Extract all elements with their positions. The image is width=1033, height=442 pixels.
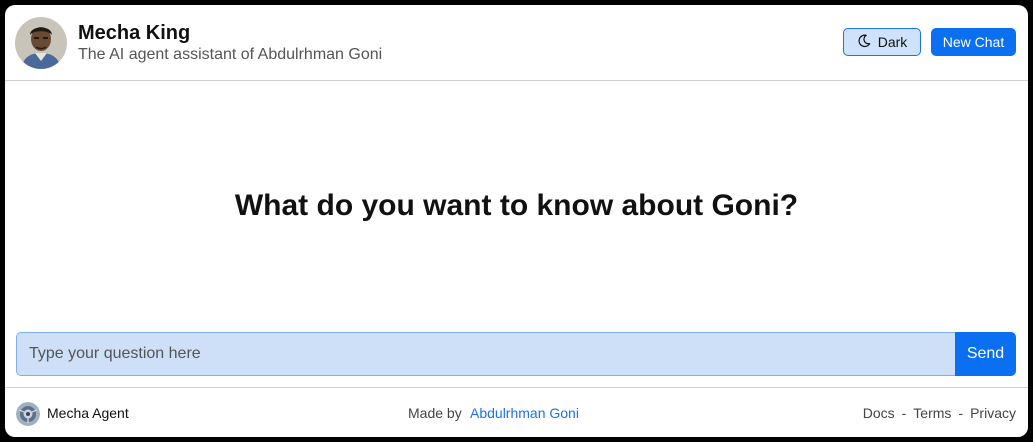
dark-mode-label: Dark (877, 34, 908, 50)
made-by-text: Made by (408, 405, 462, 421)
app-title: Mecha King (78, 22, 191, 44)
footer-links: Docs - Terms - Privacy (863, 405, 1016, 421)
privacy-link[interactable]: Privacy (970, 405, 1016, 421)
footer-separator: - (901, 405, 907, 421)
dark-mode-toggle-button[interactable]: Dark (843, 28, 921, 56)
question-input[interactable] (16, 332, 956, 376)
person-avatar-icon (15, 17, 67, 69)
app-subtitle: The AI agent assistant of Abdulrhman Gon… (78, 46, 383, 63)
footer-separator: - (958, 405, 964, 421)
moon-icon (857, 34, 871, 51)
docs-link[interactable]: Docs (863, 405, 895, 421)
send-button[interactable]: Send (955, 332, 1016, 376)
author-link[interactable]: Abdulrhman Goni (470, 405, 579, 421)
footer: Mecha Agent Made by Abdulrhman Goni Docs… (5, 387, 1028, 437)
terms-link[interactable]: Terms (913, 405, 951, 421)
question-form: Send (16, 332, 1016, 376)
mecha-agent-logo-icon (16, 402, 40, 426)
main-prompt-heading: What do you want to know about Goni? (234, 189, 799, 222)
app-window: Mecha King The AI agent assistant of Abd… (5, 5, 1028, 437)
footer-brand-label: Mecha Agent (47, 405, 129, 421)
new-chat-button[interactable]: New Chat (931, 28, 1016, 56)
header: Mecha King The AI agent assistant of Abd… (5, 5, 1028, 81)
